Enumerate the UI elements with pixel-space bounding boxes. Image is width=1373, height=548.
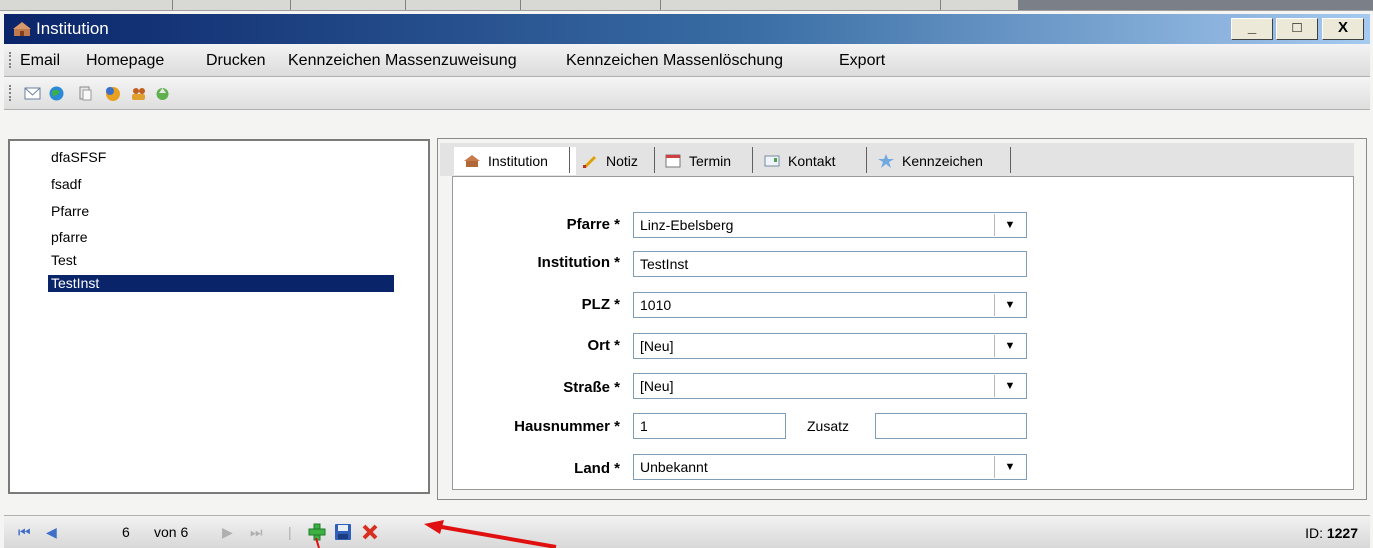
institution-app-icon [13,22,31,36]
menu-grip [9,52,13,68]
list-item[interactable]: Test [48,252,80,269]
ort-select[interactable]: [Neu] ▼ [633,333,1027,359]
pfarre-select[interactable]: Linz-Ebelsberg ▼ [633,212,1027,238]
land-label: Land * [574,460,620,477]
record-count: von 6 [154,524,189,540]
land-value: Unbekannt [640,459,708,475]
calendar-icon [665,154,681,168]
dropdown-arrow-icon[interactable]: ▼ [994,375,1025,397]
institution-input[interactable]: TestInst [633,251,1027,277]
menu-email[interactable]: Email [20,52,60,70]
tab-label: Institution [488,153,548,169]
annotation-arrow-small [315,538,320,548]
tab-label: Termin [689,153,732,169]
pfarre-value: Linz-Ebelsberg [640,217,734,233]
list-item[interactable]: pfarre [48,229,91,246]
mail-icon[interactable] [24,85,41,102]
menu-export[interactable]: Export [839,52,885,70]
record-id: ID: 1227 [1305,525,1358,541]
title-bar: Institution _ □ X [4,14,1370,44]
last-record-icon[interactable]: ⏭ [250,524,263,541]
next-record-icon[interactable]: ▶ [222,524,233,541]
current-record-field[interactable]: 6 [122,524,130,540]
hausnummer-input[interactable]: 1 [633,413,786,439]
toolbar-grip [9,85,13,101]
strasse-label: Straße * [563,379,620,396]
tab-institution[interactable]: Institution [454,147,576,175]
menu-drucken[interactable]: Drucken [206,52,266,70]
star-icon [878,154,894,168]
tab-notiz[interactable]: Notiz [582,147,638,175]
delete-icon[interactable] [361,523,379,541]
close-button[interactable]: X [1322,18,1364,40]
tab-kennzeichen[interactable]: Kennzeichen [878,147,983,175]
tab-label: Kennzeichen [902,153,983,169]
save-icon[interactable] [334,523,352,541]
list-item[interactable]: fsadf [48,176,84,193]
list-item-selected[interactable]: TestInst [47,274,395,293]
toolbar [4,77,1370,110]
first-record-icon[interactable]: ⏮ [18,524,31,541]
id-label: ID: [1305,525,1323,541]
window-title: Institution [36,19,109,38]
background-strip [0,0,1373,11]
institution-list[interactable]: dfaSFSF fsadf Pfarre pfarre Test TestIns… [8,139,430,494]
menu-homepage[interactable]: Homepage [86,52,164,70]
minimize-button[interactable]: _ [1231,18,1273,40]
institution-icon [464,155,480,167]
tab-termin[interactable]: Termin [665,147,731,175]
dropdown-arrow-icon[interactable]: ▼ [994,294,1025,316]
contact-icon [764,155,780,167]
menu-bar: Email Homepage Drucken Kennzeichen Masse… [4,44,1370,77]
previous-record-icon[interactable]: ◀ [46,524,57,541]
menu-kennzeichen-massenloeschung[interactable]: Kennzeichen Massenlöschung [566,52,783,70]
plz-value: 1010 [640,297,672,313]
ort-label: Ort * [587,337,620,354]
strasse-select[interactable]: [Neu] ▼ [633,373,1027,399]
navigation-bar: ⏮ ◀ 6 von 6 ▶ ⏭ | ID: 1227 [4,515,1370,548]
separator: | [288,524,292,540]
note-icon [583,156,596,168]
land-select[interactable]: Unbekannt ▼ [633,454,1027,480]
tag-assign-icon[interactable] [104,85,121,102]
plz-select[interactable]: 1010 ▼ [633,292,1027,318]
maximize-button[interactable]: □ [1276,18,1318,40]
globe-icon[interactable] [48,85,65,102]
dropdown-arrow-icon[interactable]: ▼ [994,335,1025,357]
dropdown-arrow-icon[interactable]: ▼ [994,456,1025,478]
dropdown-arrow-icon[interactable]: ▼ [994,214,1025,236]
print-icon[interactable] [77,85,94,102]
institution-label: Institution * [537,254,621,271]
zusatz-label: Zusatz [807,418,850,434]
annotation-arrow [424,520,557,548]
ort-value: [Neu] [640,338,674,354]
tab-label: Notiz [606,153,638,169]
list-item[interactable]: Pfarre [48,203,92,220]
menu-kennzeichen-massenzuweisung[interactable]: Kennzeichen Massenzuweisung [288,52,517,70]
pfarre-label: Pfarre * [566,216,620,233]
id-value: 1227 [1326,525,1358,541]
tab-kontakt[interactable]: Kontakt [764,147,835,175]
list-item[interactable]: dfaSFSF [48,149,109,166]
zusatz-input[interactable] [875,413,1027,439]
plz-label: PLZ * [581,296,620,313]
export-icon[interactable] [154,85,171,102]
tag-delete-icon[interactable] [130,85,147,102]
strasse-value: [Neu] [640,378,674,394]
tab-label: Kontakt [788,153,836,169]
hausnummer-label: Hausnummer * [514,418,620,435]
